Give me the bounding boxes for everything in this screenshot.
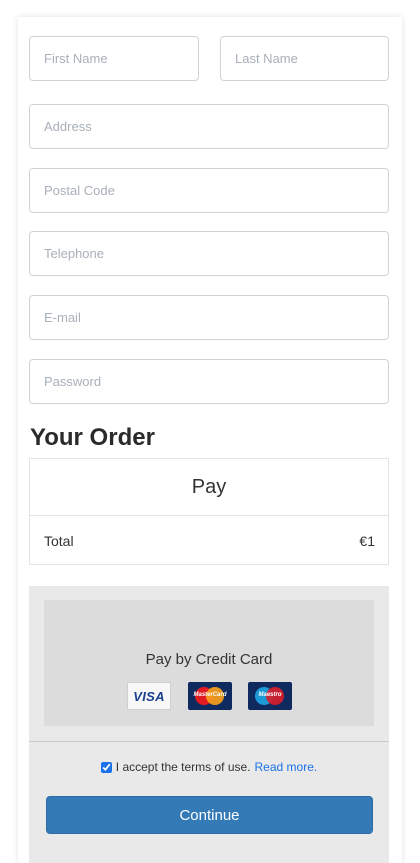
mastercard-logo-text: MasterCard xyxy=(193,692,227,698)
maestro-icon: Maestro xyxy=(248,682,292,710)
terms-row: I accept the terms of use. Read more. xyxy=(29,760,389,774)
credit-card-option[interactable]: Pay by Credit Card VISA MasterCard Maest… xyxy=(44,600,374,726)
read-more-link[interactable]: Read more. xyxy=(255,760,318,774)
continue-button[interactable]: Continue xyxy=(46,796,373,834)
total-label: Total xyxy=(44,532,74,549)
first-name-input[interactable] xyxy=(29,36,199,81)
order-header: Pay xyxy=(30,459,388,516)
order-title: Your Order xyxy=(30,424,155,451)
payment-divider xyxy=(29,741,389,742)
telephone-input[interactable] xyxy=(29,231,389,276)
order-total-row: Total €1 xyxy=(30,516,388,565)
email-input[interactable] xyxy=(29,295,389,340)
maestro-logo-text: Maestro xyxy=(258,692,282,698)
payment-section: Pay by Credit Card VISA MasterCard Maest… xyxy=(29,586,389,863)
visa-logo-text: VISA xyxy=(133,688,165,704)
terms-checkbox[interactable] xyxy=(100,761,112,773)
last-name-input[interactable] xyxy=(220,36,389,81)
order-table: Pay Total €1 xyxy=(29,458,389,565)
password-input[interactable] xyxy=(29,359,389,404)
pay-by-card-title: Pay by Credit Card xyxy=(145,651,273,668)
address-input[interactable] xyxy=(29,104,389,149)
total-value: €1 xyxy=(359,532,375,549)
terms-label[interactable]: I accept the terms of use. xyxy=(116,760,251,774)
mastercard-icon: MasterCard xyxy=(188,682,232,710)
visa-icon: VISA xyxy=(127,682,171,710)
postal-code-input[interactable] xyxy=(29,168,389,213)
